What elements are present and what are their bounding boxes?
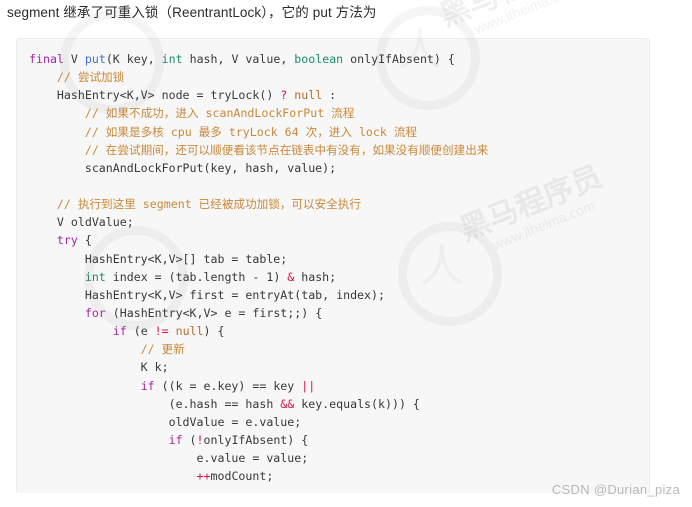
- code-line: int index = (tab.length - 1) & hash;: [29, 268, 649, 286]
- intro-paragraph: segment 继承了可重入锁（ReentrantLock），它的 put 方法…: [7, 5, 377, 20]
- code-token: key.equals(k))) {: [294, 396, 420, 411]
- code-token: HashEntry<K,V> first = entryAt(tab, inde…: [29, 287, 385, 302]
- code-line: HashEntry<K,V> node = tryLock() ? null :: [29, 86, 649, 104]
- code-token: final: [29, 52, 64, 66]
- code-line: HashEntry<K,V>[] tab = table;: [29, 250, 649, 268]
- code-line: HashEntry<K,V> first = entryAt(tab, inde…: [29, 286, 649, 304]
- code-token: onlyIfAbsent) {: [343, 52, 455, 66]
- code-token: (e.hash == hash: [29, 396, 281, 411]
- code-token: !: [196, 432, 204, 447]
- code-block-content: final V put(K key, int hash, V value, bo…: [17, 39, 649, 493]
- code-line: for (HashEntry<K,V> e = first;;) {: [29, 304, 649, 322]
- code-token: int: [161, 52, 183, 66]
- code-token: {: [77, 233, 92, 248]
- code-token: if: [168, 432, 183, 447]
- code-line: // 如果不成功，进入 scanAndLockForPut 流程: [29, 104, 649, 122]
- code-token: // 执行到这里 segment 已经被成功加锁，可以安全执行: [56, 197, 361, 212]
- code-line: // 尝试加锁: [29, 68, 649, 86]
- code-token: scanAndLockForPut(key, hash, value);: [29, 160, 337, 175]
- code-token: null: [294, 88, 323, 103]
- code-token: K k;: [29, 360, 169, 375]
- code-token: int: [84, 269, 106, 284]
- code-token: e.value = value;: [29, 451, 309, 466]
- code-token: boolean: [294, 52, 344, 66]
- code-line: scanAndLockForPut(key, hash, value);: [29, 159, 649, 177]
- code-token: HashEntry<K,V> node = tryLock(): [29, 88, 281, 103]
- code-token: (HashEntry<K,V> e = first;;) {: [105, 305, 323, 320]
- watermark-brand: 黑马程序员: [432, 0, 588, 35]
- code-token: hash;: [294, 269, 337, 284]
- code-line: e.value = value;: [29, 449, 649, 467]
- code-token: hash, V value,: [182, 52, 295, 66]
- code-line: if ((k = e.key) == key ||: [29, 377, 649, 395]
- code-line: // 如果是多核 cpu 最多 tryLock 64 次，进入 lock 流程: [29, 123, 649, 141]
- code-token: if: [112, 324, 127, 339]
- code-token: :: [322, 88, 337, 103]
- code-line: final V put(K key, int hash, V value, bo…: [29, 50, 649, 68]
- code-token: &&: [280, 396, 295, 411]
- code-token: HashEntry<K,V>[] tab = table;: [29, 251, 288, 266]
- code-token: ) {: [203, 324, 225, 339]
- code-token: (: [182, 432, 197, 447]
- code-token: if: [140, 378, 155, 393]
- code-token: ||: [301, 378, 316, 393]
- code-token: (e: [126, 324, 155, 339]
- code-line: V oldValue;: [29, 213, 649, 231]
- code-token: index = (tab.length - 1): [105, 269, 288, 284]
- code-token: // 在尝试期间，还可以顺便看该节点在链表中有没有，如果没有顺便创建出来: [84, 142, 489, 157]
- code-line: oldValue = e.value;: [29, 413, 649, 431]
- author-credit: CSDN @Durian_piza: [551, 482, 680, 497]
- code-token: oldValue = e.value;: [29, 414, 302, 429]
- code-token: // 如果是多核 cpu 最多 tryLock 64 次，进入 lock 流程: [84, 124, 418, 139]
- code-token: // 尝试加锁: [56, 70, 125, 85]
- code-line: (e.hash == hash && key.equals(k))) {: [29, 395, 649, 413]
- code-line: // 执行到这里 segment 已经被成功加锁，可以安全执行: [29, 195, 649, 213]
- code-block: final V put(K key, int hash, V value, bo…: [16, 38, 650, 493]
- code-token: modCount;: [210, 469, 274, 484]
- code-token: // 更新: [140, 342, 185, 357]
- code-token: put: [84, 52, 106, 66]
- code-line: K k;: [29, 358, 649, 376]
- code-source[interactable]: final V put(K key, int hash, V value, bo…: [29, 50, 649, 493]
- code-line: try {: [29, 231, 649, 249]
- code-token: ((k = e.key) == key: [154, 378, 302, 393]
- code-token: try: [56, 233, 78, 248]
- code-token: onlyIfAbsent) {: [203, 432, 309, 447]
- watermark-url: www.itheima.com: [472, 0, 579, 37]
- code-line: if (!onlyIfAbsent) {: [29, 431, 649, 449]
- code-token: // 如果不成功，进入 scanAndLockForPut 流程: [84, 106, 355, 121]
- code-token: for: [84, 305, 106, 320]
- code-token: V: [63, 52, 85, 66]
- code-token: null: [175, 324, 204, 339]
- code-line: // 在尝试期间，还可以顺便看该节点在链表中有没有，如果没有顺便创建出来: [29, 141, 649, 159]
- code-token: ++: [196, 469, 211, 484]
- code-token: (K key,: [105, 52, 162, 66]
- code-line: // 更新: [29, 340, 649, 358]
- code-token: V oldValue;: [29, 215, 134, 230]
- code-token: !=: [154, 324, 169, 339]
- code-line: if (e != null) {: [29, 322, 649, 340]
